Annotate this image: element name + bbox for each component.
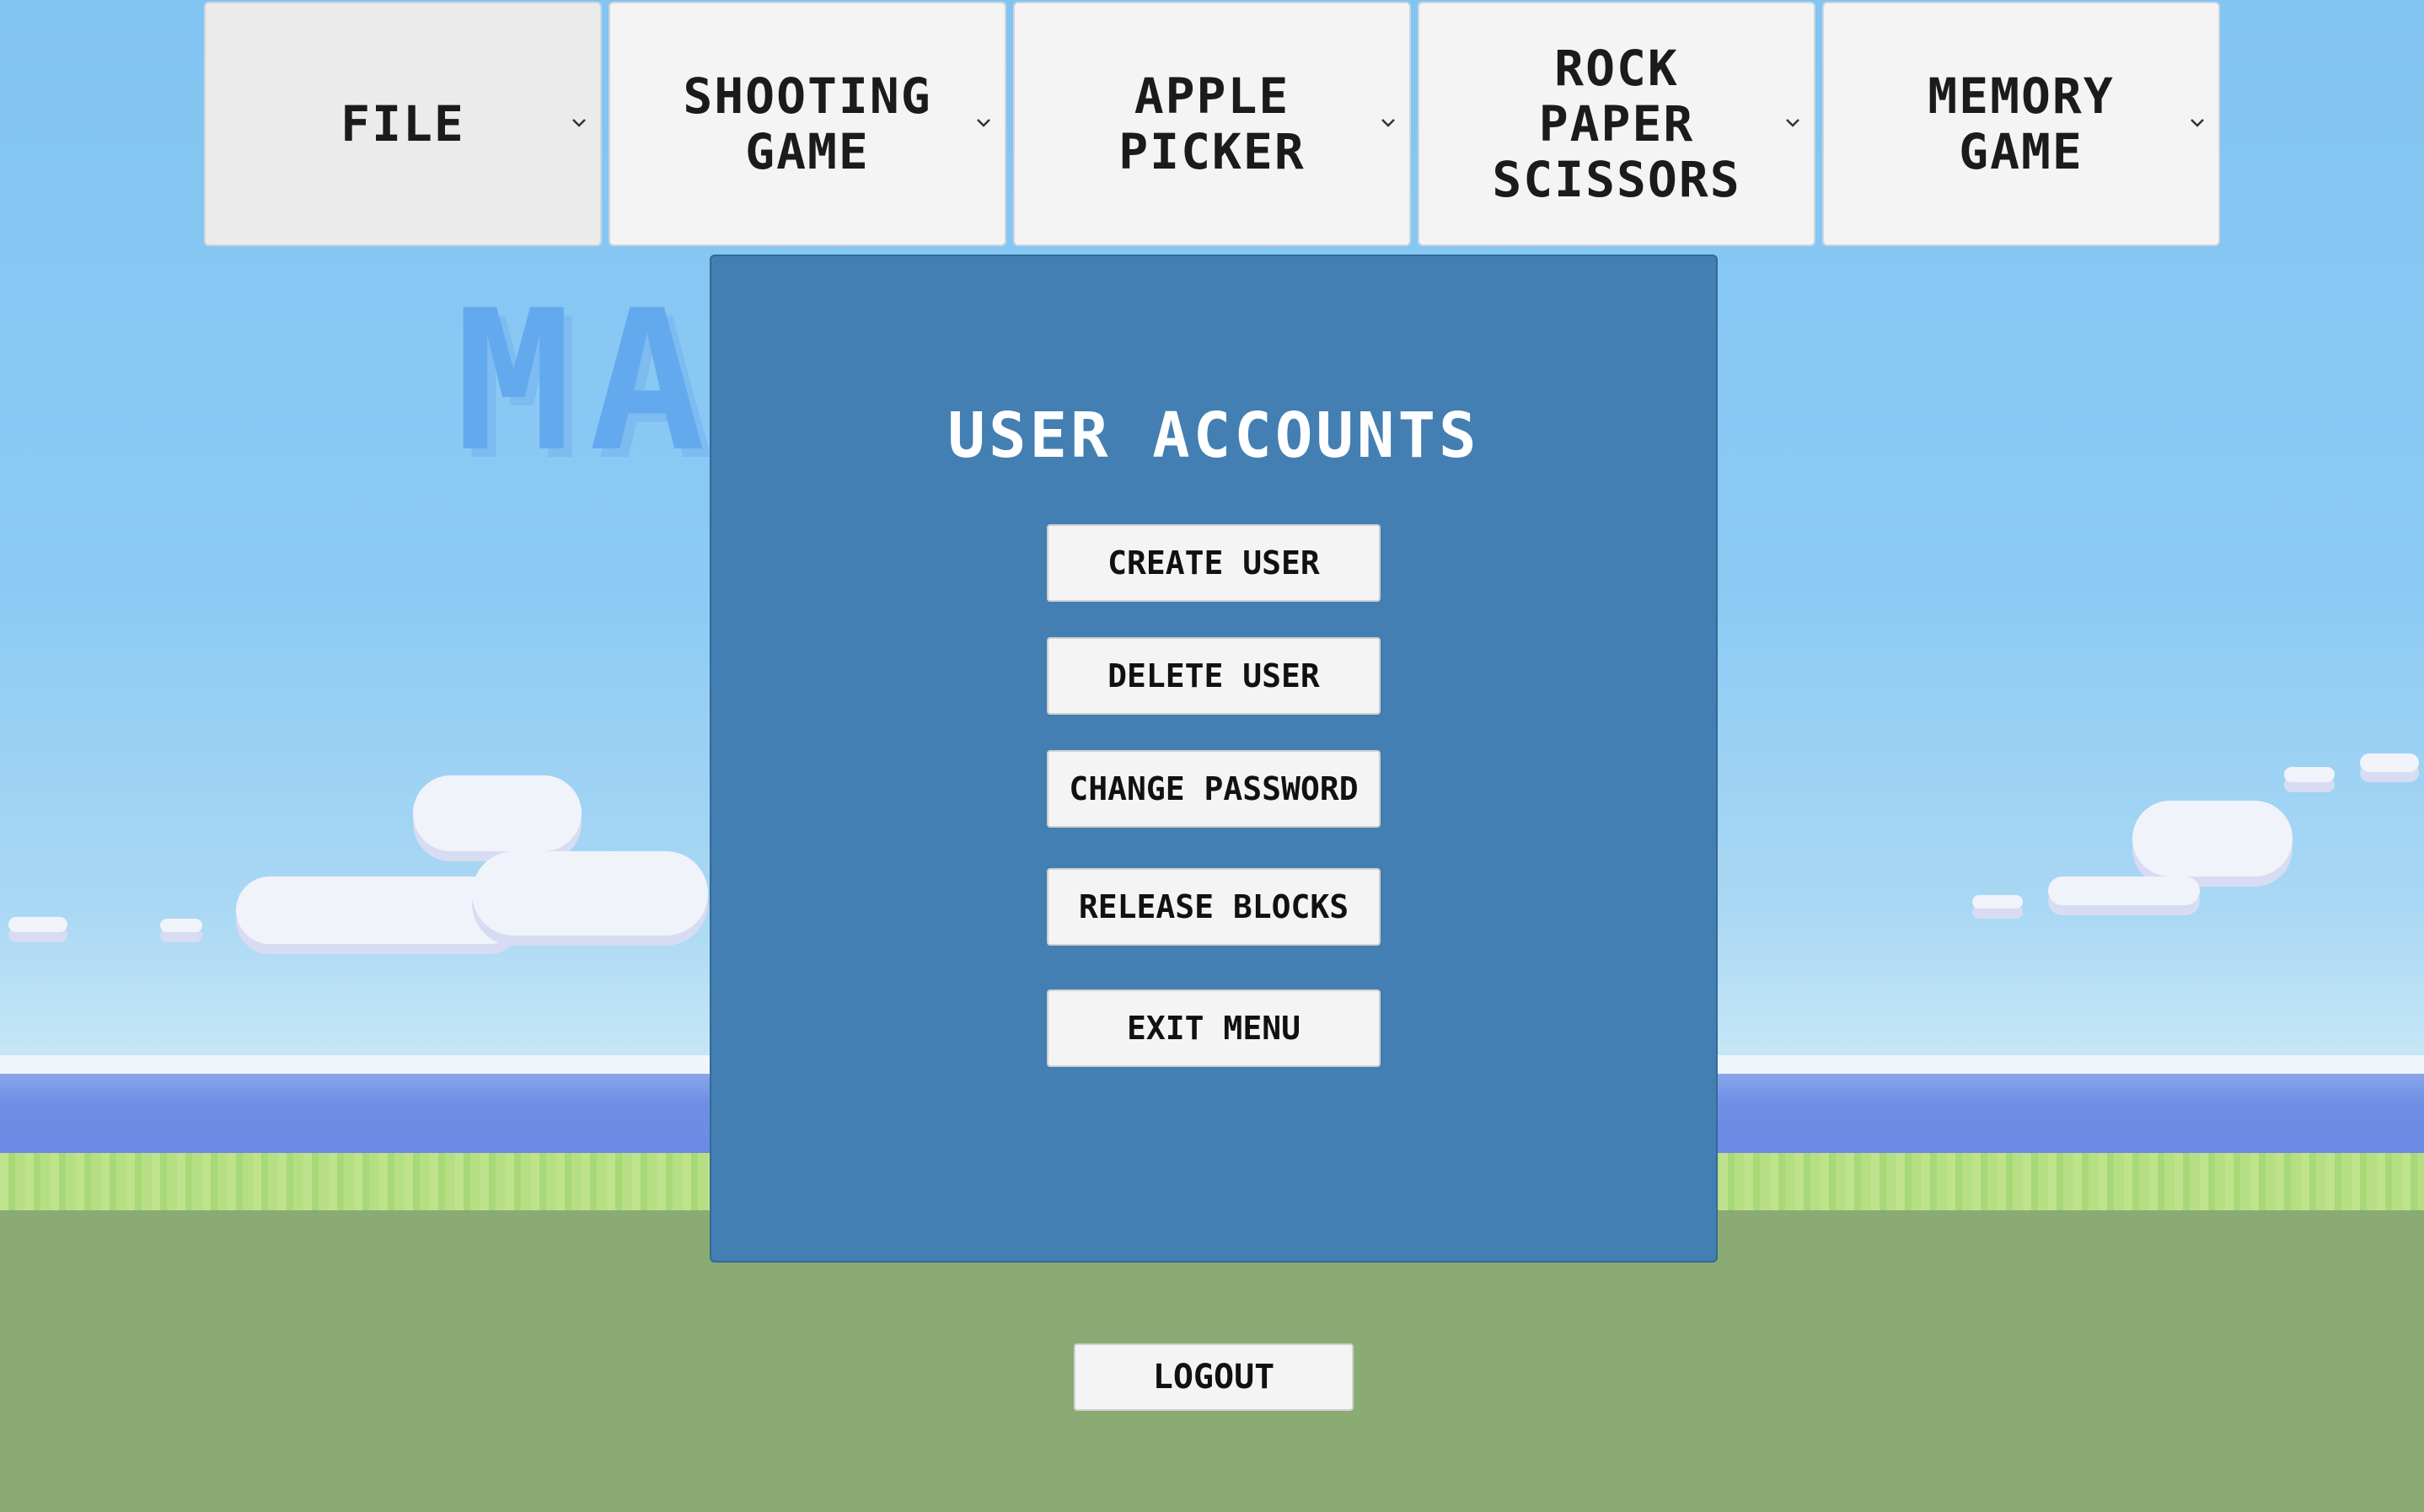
cloud (2048, 877, 2200, 905)
top-menubar: FILE SHOOTING GAME APPLE PICKER ROCK PAP… (204, 2, 2220, 246)
menu-memory-game-label: MEMORY GAME (1928, 67, 2115, 180)
chevron-down-icon (2191, 119, 2204, 127)
menu-file-label: FILE (341, 95, 465, 153)
cloud (2132, 801, 2293, 877)
delete-user-button[interactable]: DELETE USER (1047, 637, 1381, 715)
menu-memory-game[interactable]: MEMORY GAME (1822, 2, 2220, 246)
cloud (413, 775, 582, 851)
cloud (8, 917, 67, 932)
dialog-title: USER ACCOUNTS (947, 399, 1480, 472)
create-user-button[interactable]: CREATE USER (1047, 524, 1381, 602)
menu-file[interactable]: FILE (204, 2, 602, 246)
menu-rock-paper-scissors-label: ROCK PAPER SCISSORS (1492, 40, 1741, 208)
menu-shooting-game[interactable]: SHOOTING GAME (609, 2, 1006, 246)
chevron-down-icon (977, 119, 990, 127)
cloud (160, 919, 202, 932)
chevron-down-icon (1381, 119, 1395, 127)
menu-apple-picker[interactable]: APPLE PICKER (1013, 2, 1411, 246)
logout-button[interactable]: LOGOUT (1074, 1343, 1354, 1411)
change-password-button[interactable]: CHANGE PASSWORD (1047, 750, 1381, 828)
chevron-down-icon (572, 119, 586, 127)
cloud (1972, 895, 2023, 909)
menu-rock-paper-scissors[interactable]: ROCK PAPER SCISSORS (1418, 2, 1815, 246)
user-accounts-dialog: USER ACCOUNTS CREATE USER DELETE USER CH… (710, 255, 1718, 1263)
release-blocks-button[interactable]: RELEASE BLOCKS (1047, 868, 1381, 946)
exit-menu-button[interactable]: EXIT MENU (1047, 989, 1381, 1067)
menu-shooting-game-label: SHOOTING GAME (683, 67, 932, 180)
cloud (2360, 753, 2419, 772)
cloud (472, 851, 708, 936)
chevron-down-icon (1786, 119, 1799, 127)
menu-apple-picker-label: APPLE PICKER (1118, 67, 1306, 180)
cloud (2284, 767, 2335, 782)
